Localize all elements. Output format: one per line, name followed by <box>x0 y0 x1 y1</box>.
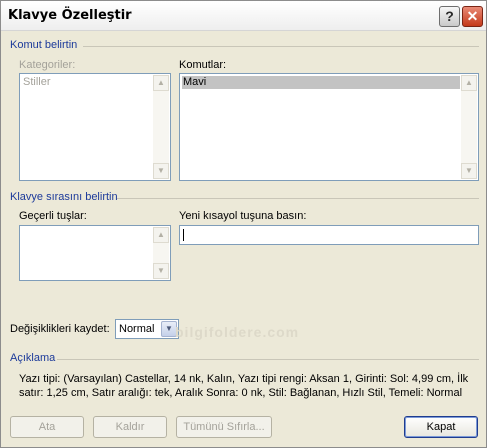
categories-label: Kategoriler: <box>19 59 76 71</box>
section-divider <box>57 359 479 360</box>
command-item[interactable]: Mavi <box>182 76 460 89</box>
assign-button[interactable]: Ata <box>10 416 84 438</box>
current-keys-scrollbar[interactable]: ▲ ▼ <box>153 227 169 279</box>
keyboard-section-title: Klavye sırasını belirtin <box>10 191 118 203</box>
commands-scrollbar[interactable]: ▲ ▼ <box>461 75 477 179</box>
help-button[interactable]: ? <box>439 6 460 27</box>
current-keys-list[interactable]: ▲ ▼ <box>19 225 171 281</box>
section-divider <box>83 46 479 47</box>
current-keys-label: Geçerli tuşlar: <box>19 210 87 222</box>
text-caret <box>183 229 184 241</box>
scroll-down-icon[interactable]: ▼ <box>153 163 169 179</box>
categories-scrollbar[interactable]: ▲ ▼ <box>153 75 169 179</box>
save-changes-label: Değişiklikleri kaydet: <box>10 323 110 335</box>
description-text: Yazı tipi: (Varsayılan) Castellar, 14 nk… <box>19 373 469 399</box>
dialog-title: Klavye Özelleştir <box>8 8 132 23</box>
command-section-title: Komut belirtin <box>10 39 78 51</box>
section-divider <box>117 198 479 199</box>
scroll-down-icon[interactable]: ▼ <box>153 263 169 279</box>
scroll-down-icon[interactable]: ▼ <box>461 163 477 179</box>
save-changes-select[interactable]: Normal ▼ <box>115 319 179 339</box>
customize-keyboard-dialog: Klavye Özelleştir ? ✕ Komut belirtin Kat… <box>0 0 487 448</box>
new-shortcut-input[interactable] <box>179 225 479 245</box>
close-icon[interactable]: ✕ <box>462 6 483 27</box>
category-item[interactable]: Stiller <box>22 76 152 89</box>
scroll-up-icon[interactable]: ▲ <box>153 227 169 243</box>
save-changes-value: Normal <box>119 323 155 335</box>
reset-all-button[interactable]: Tümünü Sıfırla... <box>176 416 272 438</box>
scroll-up-icon[interactable]: ▲ <box>461 75 477 91</box>
title-bar[interactable]: Klavye Özelleştir ? ✕ <box>1 1 486 31</box>
scroll-up-icon[interactable]: ▲ <box>153 75 169 91</box>
watermark-text: bilgifoldere.com <box>175 324 300 340</box>
categories-list[interactable]: Stiller ▲ ▼ <box>19 73 171 181</box>
remove-button[interactable]: Kaldır <box>93 416 167 438</box>
commands-list[interactable]: Mavi ▲ ▼ <box>179 73 479 181</box>
new-shortcut-label: Yeni kısayol tuşuna basın: <box>179 210 307 222</box>
close-button[interactable]: Kapat <box>404 416 478 438</box>
description-section-title: Açıklama <box>10 352 56 364</box>
commands-label: Komutlar: <box>179 59 227 71</box>
